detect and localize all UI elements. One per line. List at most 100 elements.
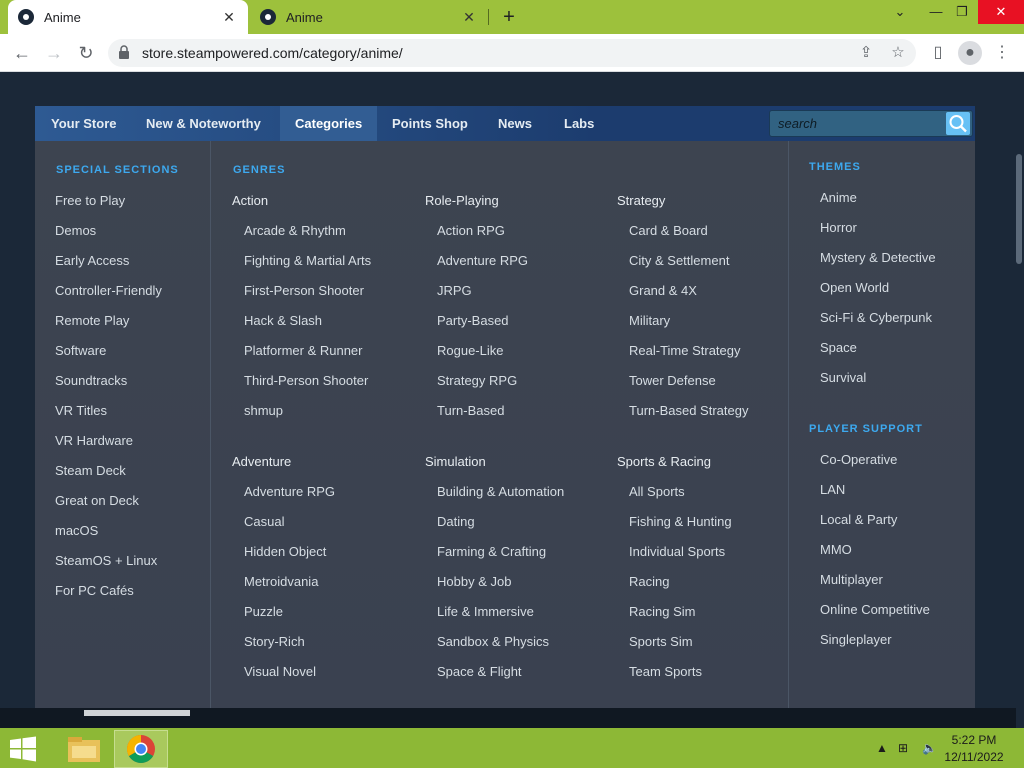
genre-link[interactable]: Fighting & Martial Arts [244,253,371,268]
genre-link[interactable]: Individual Sports [629,544,725,559]
genre-link[interactable]: Building & Automation [437,484,564,499]
genre-link[interactable]: Life & Immersive [437,604,534,619]
genre-link[interactable]: Party-Based [437,313,509,328]
theme-link[interactable]: Anime [820,190,857,205]
genre-link[interactable]: Hobby & Job [437,574,511,589]
special-section-link[interactable]: Software [55,343,106,358]
kebab-menu-icon[interactable]: ⋮ [990,41,1014,65]
carousel-indicator-active[interactable] [84,710,190,716]
reload-icon[interactable]: ↻ [74,41,98,65]
genre-link[interactable]: Sports Sim [629,634,693,649]
theme-link[interactable]: Open World [820,280,889,295]
genre-link[interactable]: Real-Time Strategy [629,343,741,358]
special-section-link[interactable]: Controller-Friendly [55,283,162,298]
special-section-link[interactable]: SteamOS + Linux [55,553,157,568]
search-button[interactable] [946,112,970,135]
theme-link[interactable]: Horror [820,220,857,235]
close-icon[interactable]: ✕ [220,8,238,26]
tab-search-chevron-icon[interactable]: ⌄ [882,0,918,24]
theme-link[interactable]: Sci-Fi & Cyberpunk [820,310,932,325]
player-support-link[interactable]: Co-Operative [820,452,897,467]
forward-arrow-icon[interactable]: → [42,41,66,65]
genre-link[interactable]: Space & Flight [437,664,522,679]
genre-link[interactable]: First-Person Shooter [244,283,364,298]
player-support-link[interactable]: LAN [820,482,845,497]
genre-link[interactable]: Visual Novel [244,664,316,679]
file-explorer-icon[interactable] [58,730,112,768]
network-icon[interactable]: ⊞ [898,741,908,755]
genre-link[interactable]: City & Settlement [629,253,729,268]
scrollbar-thumb[interactable] [1016,154,1022,264]
genre-link[interactable]: Hack & Slash [244,313,322,328]
genre-link[interactable]: Hidden Object [244,544,326,559]
player-support-link[interactable]: MMO [820,542,852,557]
genre-link[interactable]: Strategy RPG [437,373,517,388]
genre-link[interactable]: All Sports [629,484,685,499]
profile-avatar-icon[interactable]: ● [958,41,982,65]
window-close-icon[interactable]: ✕ [978,0,1024,24]
nav-labs[interactable]: Labs [549,106,609,141]
genre-link[interactable]: Rogue-Like [437,343,504,358]
genre-group-heading[interactable]: Simulation [425,454,486,469]
clock-date[interactable]: 12/11/2022 [938,750,1010,764]
special-section-link[interactable]: Great on Deck [55,493,139,508]
clock-time[interactable]: 5:22 PM [938,733,1010,747]
new-tab-button[interactable]: + [498,6,520,28]
address-bar[interactable]: store.steampowered.com/category/anime/ ⇪… [108,39,916,67]
close-icon[interactable]: ✕ [460,8,478,26]
genre-link[interactable]: Story-Rich [244,634,305,649]
tab-anime-active[interactable]: Anime ✕ [8,0,248,34]
scrollbar[interactable] [1016,72,1024,728]
player-support-link[interactable]: Multiplayer [820,572,883,587]
player-support-link[interactable]: Singleplayer [820,632,892,647]
share-icon[interactable]: ⇪ [856,43,876,63]
player-support-link[interactable]: Online Competitive [820,602,930,617]
genre-group-heading[interactable]: Strategy [617,193,665,208]
bookmark-star-icon[interactable]: ☆ [888,43,908,63]
windows-start-icon[interactable] [8,736,38,762]
side-panel-icon[interactable]: ▯ [926,41,950,65]
search-input[interactable] [778,116,938,131]
nav-points-shop[interactable]: Points Shop [377,106,483,141]
nav-categories[interactable]: Categories [280,106,378,141]
genre-link[interactable]: Grand & 4X [629,283,697,298]
nav-new-noteworthy[interactable]: New & Noteworthy [131,106,276,141]
genre-link[interactable]: Dating [437,514,475,529]
genre-group-heading[interactable]: Adventure [232,454,291,469]
special-section-link[interactable]: Soundtracks [55,373,127,388]
genre-link[interactable]: Puzzle [244,604,283,619]
genre-link[interactable]: Racing [629,574,669,589]
genre-link[interactable]: Casual [244,514,284,529]
genre-link[interactable]: Action RPG [437,223,505,238]
theme-link[interactable]: Space [820,340,857,355]
theme-link[interactable]: Survival [820,370,866,385]
theme-link[interactable]: Mystery & Detective [820,250,936,265]
genre-link[interactable]: Metroidvania [244,574,318,589]
chrome-taskbar-icon[interactable] [114,730,168,768]
special-section-link[interactable]: Demos [55,223,96,238]
genre-link[interactable]: Military [629,313,670,328]
volume-icon[interactable]: 🔈 [922,741,937,755]
special-section-link[interactable]: Steam Deck [55,463,126,478]
genre-group-heading[interactable]: Role-Playing [425,193,499,208]
genre-link[interactable]: Tower Defense [629,373,716,388]
special-section-link[interactable]: Remote Play [55,313,129,328]
tab-anime-inactive[interactable]: Anime ✕ [250,0,488,34]
genre-group-heading[interactable]: Sports & Racing [617,454,711,469]
genre-link[interactable]: Turn-Based [437,403,504,418]
genre-link[interactable]: Farming & Crafting [437,544,546,559]
genre-link[interactable]: Racing Sim [629,604,695,619]
genre-link[interactable]: Team Sports [629,664,702,679]
special-section-link[interactable]: VR Hardware [55,433,133,448]
genre-link[interactable]: Third-Person Shooter [244,373,368,388]
show-hidden-icons-icon[interactable]: ▲ [876,741,888,755]
genre-link[interactable]: Platformer & Runner [244,343,363,358]
restore-icon[interactable]: ❐ [944,0,980,24]
special-section-link[interactable]: macOS [55,523,98,538]
genre-link[interactable]: Card & Board [629,223,708,238]
special-section-link[interactable]: For PC Cafés [55,583,134,598]
back-arrow-icon[interactable]: ← [10,41,34,65]
nav-news[interactable]: News [483,106,547,141]
genre-link[interactable]: Sandbox & Physics [437,634,549,649]
genre-link[interactable]: Adventure RPG [437,253,528,268]
